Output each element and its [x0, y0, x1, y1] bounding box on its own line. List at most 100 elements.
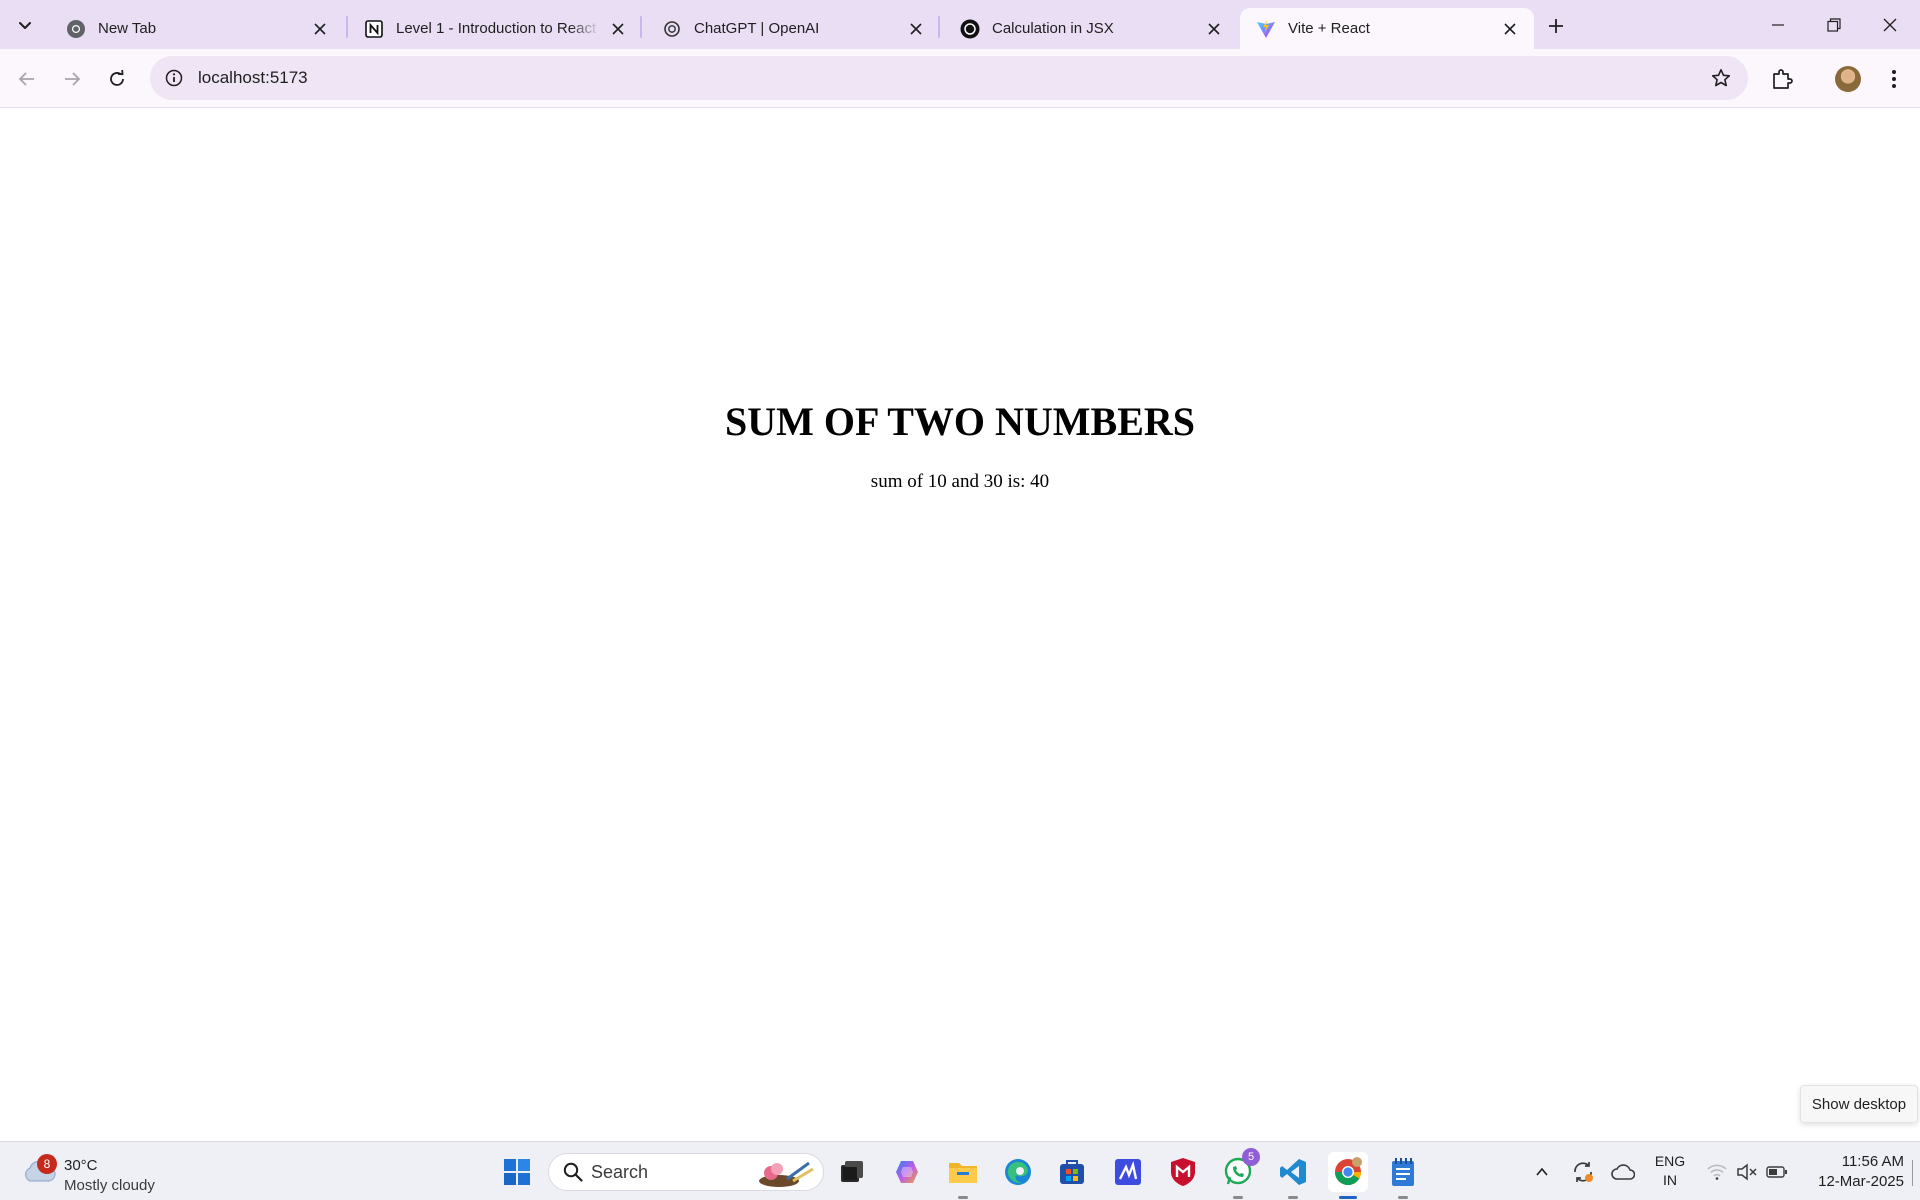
- forward-button[interactable]: [55, 62, 89, 96]
- menu-button[interactable]: [1877, 62, 1911, 96]
- minimize-icon: [1772, 23, 1784, 26]
- sync-tray-button[interactable]: [1568, 1152, 1598, 1192]
- running-indicator: [1398, 1196, 1408, 1199]
- vscode-icon: [1280, 1159, 1306, 1185]
- app-button-pen[interactable]: [1108, 1152, 1148, 1192]
- weather-widget[interactable]: 8 30°C Mostly cloudy: [20, 1149, 190, 1195]
- shield-icon: [1171, 1158, 1195, 1186]
- notepad-button[interactable]: [1383, 1152, 1423, 1199]
- sum-result-text: sum of 10 and 30 is: 40: [870, 471, 1050, 492]
- restore-icon: [1827, 17, 1841, 32]
- region-code: IN: [1663, 1172, 1677, 1188]
- arrow-right-icon: [65, 72, 81, 86]
- show-hidden-icons-button[interactable]: [1528, 1152, 1556, 1192]
- taskbar-search[interactable]: Search: [548, 1153, 824, 1191]
- sync-icon: [1574, 1162, 1593, 1182]
- start-button[interactable]: [497, 1152, 537, 1192]
- tab-separator: [938, 16, 940, 38]
- weather-temp: 30°C: [64, 1157, 98, 1174]
- star-icon[interactable]: [1708, 65, 1734, 91]
- reload-icon: [110, 70, 124, 86]
- cloud-icon: [1611, 1164, 1635, 1180]
- restore-button[interactable]: [1806, 0, 1862, 49]
- folder-icon: [949, 1163, 977, 1183]
- back-button[interactable]: [10, 62, 44, 96]
- plus-icon: [1549, 19, 1563, 33]
- windows-icon: [504, 1159, 530, 1185]
- tab-chatgpt[interactable]: ChatGPT | OpenAI: [646, 8, 940, 49]
- task-view-button[interactable]: [832, 1152, 872, 1192]
- store-icon: [1060, 1160, 1084, 1184]
- puzzle-icon: [1773, 69, 1793, 89]
- mcafee-button[interactable]: [1163, 1152, 1203, 1192]
- copilot-button[interactable]: [887, 1152, 927, 1192]
- minimize-button[interactable]: [1750, 0, 1806, 49]
- tab-new-tab[interactable]: New Tab: [50, 8, 344, 49]
- close-icon[interactable]: [1498, 17, 1522, 41]
- clock-date: 12-Mar-2025: [1818, 1173, 1904, 1190]
- task-view-icon: [841, 1161, 863, 1182]
- file-explorer-button[interactable]: [943, 1152, 983, 1199]
- tab-level-1[interactable]: Level 1 - Introduction to React: [348, 8, 642, 49]
- running-indicator: [1339, 1196, 1357, 1199]
- clock[interactable]: 11:56 AM 12-Mar-2025: [1800, 1152, 1904, 1192]
- close-icon[interactable]: [1202, 17, 1226, 41]
- openai-icon: [662, 19, 682, 39]
- close-icon[interactable]: [904, 17, 928, 41]
- chevron-down-icon: [19, 22, 31, 29]
- show-desktop-tooltip: Show desktop: [1800, 1085, 1918, 1123]
- onedrive-tray-button[interactable]: [1608, 1152, 1638, 1192]
- tab-separator: [640, 16, 642, 38]
- address-text[interactable]: localhost:5173: [198, 68, 308, 88]
- weather-condition: Mostly cloudy: [64, 1177, 155, 1194]
- show-desktop-edge[interactable]: [1912, 1160, 1913, 1186]
- copilot-icon: [896, 1161, 918, 1183]
- whatsapp-button[interactable]: 5: [1218, 1148, 1260, 1199]
- battery-tray-button[interactable]: [1763, 1152, 1791, 1192]
- extensions-button[interactable]: [1765, 62, 1799, 96]
- notification-badge: 5: [1242, 1148, 1260, 1166]
- vscode-button[interactable]: [1273, 1152, 1313, 1199]
- tab-strip: New Tab Level 1 - Introduction to React …: [0, 0, 1920, 49]
- search-icon: [563, 1162, 583, 1182]
- tab-calculation-jsx[interactable]: Calculation in JSX: [944, 8, 1238, 49]
- close-icon[interactable]: [308, 17, 332, 41]
- openai-icon: [960, 19, 980, 39]
- taskbar: 8 30°C Mostly cloudy Search 5 ENG IN 11:…: [0, 1141, 1920, 1200]
- running-indicator: [1233, 1196, 1243, 1199]
- more-vertical-icon: [1892, 70, 1896, 88]
- pen-app-icon: [1115, 1159, 1141, 1185]
- input-language[interactable]: ENG IN: [1648, 1152, 1692, 1190]
- tab-title: Calculation in JSX: [992, 20, 1114, 37]
- new-tab-button[interactable]: [1540, 10, 1572, 42]
- edge-icon: [1005, 1159, 1031, 1185]
- language-code: ENG: [1654, 1153, 1686, 1169]
- reload-button[interactable]: [100, 62, 134, 96]
- tab-search-button[interactable]: [10, 10, 40, 40]
- volume-tray-button[interactable]: [1734, 1152, 1760, 1192]
- address-bar[interactable]: localhost:5173: [150, 56, 1748, 100]
- notepad-icon: [1392, 1158, 1414, 1186]
- tab-vite-react[interactable]: Vite + React: [1240, 8, 1534, 49]
- close-window-button[interactable]: [1862, 0, 1918, 49]
- clock-time: 11:56 AM: [1841, 1153, 1904, 1170]
- tab-title: ChatGPT | OpenAI: [694, 20, 820, 37]
- wifi-icon: [1707, 1164, 1727, 1180]
- browser-toolbar: localhost:5173: [0, 49, 1920, 108]
- close-icon[interactable]: [606, 17, 630, 41]
- profile-avatar[interactable]: [1835, 66, 1861, 92]
- notion-icon: [364, 19, 384, 39]
- chrome-icon: [1334, 1157, 1362, 1186]
- store-button[interactable]: [1052, 1152, 1092, 1192]
- arrow-left-icon: [18, 72, 34, 86]
- site-info-icon[interactable]: [152, 56, 196, 100]
- chrome-button[interactable]: [1328, 1152, 1368, 1199]
- network-tray-button[interactable]: [1704, 1152, 1730, 1192]
- page-heading: SUM OF TWO NUMBERS: [724, 399, 1196, 444]
- running-indicator: [958, 1196, 968, 1199]
- search-highlight-icon: [759, 1161, 814, 1187]
- page-viewport: SUM OF TWO NUMBERS sum of 10 and 30 is: …: [0, 109, 1920, 1141]
- tab-title: Level 1 - Introduction to React: [396, 20, 597, 37]
- tab-title: Vite + React: [1288, 20, 1370, 37]
- edge-button[interactable]: [998, 1152, 1038, 1192]
